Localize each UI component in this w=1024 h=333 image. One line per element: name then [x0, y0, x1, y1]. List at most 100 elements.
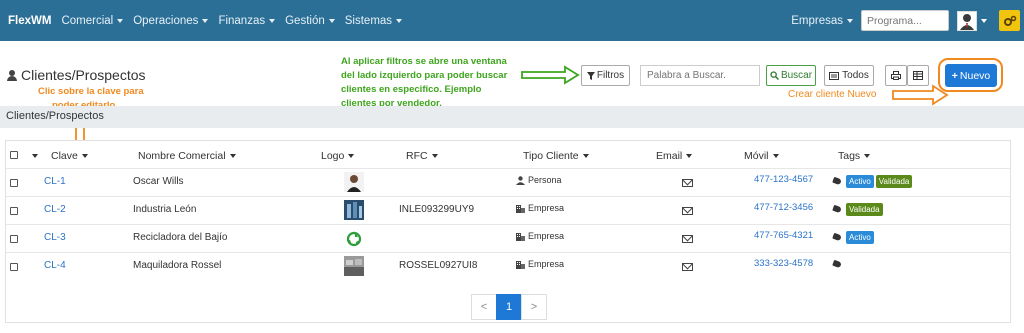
header-label: Email	[656, 150, 683, 162]
client-logo	[346, 231, 362, 247]
client-mobile[interactable]: 333-323-4578	[754, 258, 813, 269]
building-icon	[516, 260, 525, 270]
client-key-link[interactable]: CL-4	[44, 260, 66, 271]
building-icon	[516, 204, 525, 214]
client-type: Empresa	[516, 259, 565, 270]
header-tags[interactable]: Tags	[838, 150, 871, 162]
header-clave[interactable]: Clave	[51, 150, 88, 162]
arrow-to-new	[892, 84, 949, 106]
header-tipo[interactable]: Tipo Cliente	[523, 150, 589, 162]
mail-icon[interactable]	[682, 179, 693, 187]
client-name: Recicladora del Bajío	[133, 232, 228, 243]
print-button[interactable]	[885, 65, 907, 86]
chevron-down-icon	[431, 154, 438, 158]
mail-icon[interactable]	[682, 207, 693, 215]
tag-badge: Validada	[875, 175, 913, 188]
select-all-checkbox[interactable]	[10, 151, 18, 159]
client-type-label: Empresa	[528, 259, 565, 269]
header-email[interactable]: Email	[656, 150, 693, 162]
client-mobile[interactable]: 477-765-4321	[754, 230, 813, 241]
plus-icon: +	[951, 69, 958, 82]
header-label: Clave	[51, 150, 78, 162]
table-row: CL-1 Oscar Wills Persona 477-123-4567 Ac…	[6, 168, 1010, 196]
search-button-label: Buscar	[780, 70, 813, 81]
client-name: Industria León	[133, 204, 197, 215]
client-logo	[344, 256, 364, 276]
person-icon	[516, 176, 525, 186]
chevron-down-icon	[686, 154, 693, 158]
client-tags: Activo	[832, 231, 876, 244]
client-key-link[interactable]: CL-3	[44, 232, 66, 243]
filters-label: Filtros	[596, 70, 625, 81]
arrow-to-filters	[521, 65, 580, 85]
header-label: Tipo Cliente	[523, 150, 579, 162]
mail-icon[interactable]	[682, 235, 693, 243]
table-row: CL-4 Maquiladora Rossel ROSSEL0927UI8 Em…	[6, 252, 1010, 280]
chevron-down-icon[interactable]	[32, 154, 38, 158]
client-mobile[interactable]: 477-123-4567	[754, 174, 813, 185]
client-type-label: Empresa	[528, 231, 565, 241]
breadcrumb: Clientes/Prospectos	[0, 106, 1024, 128]
tag-badge: Activo	[846, 231, 874, 244]
chevron-down-icon	[229, 154, 236, 158]
filters-button[interactable]: Filtros	[581, 65, 630, 86]
header-movil[interactable]: Móvil	[744, 150, 779, 162]
client-rfc: ROSSEL0927UI8	[399, 260, 478, 271]
client-type: Empresa	[516, 203, 565, 214]
all-button[interactable]: Todos	[824, 65, 874, 86]
table-row: CL-2 Industria León INLE093299UY9 Empres…	[6, 196, 1010, 224]
tag-badge: Validada	[846, 203, 883, 216]
pagination-prev[interactable]: <	[471, 294, 497, 320]
client-tags: Activo Validada	[832, 175, 914, 188]
header-nombre[interactable]: Nombre Comercial	[138, 150, 236, 162]
tag-icon	[832, 233, 842, 242]
client-name: Maquiladora Rossel	[133, 260, 222, 271]
search-input[interactable]	[640, 65, 760, 86]
row-checkbox[interactable]	[10, 263, 18, 271]
row-checkbox[interactable]	[10, 179, 18, 187]
new-button-label: Nuevo	[959, 69, 991, 82]
header-label: Logo	[321, 150, 345, 162]
tag-badge: Activo	[846, 175, 874, 188]
chevron-down-icon	[582, 154, 589, 158]
client-type-label: Empresa	[528, 203, 565, 213]
all-button-label: Todos	[842, 70, 869, 81]
header-label: RFC	[406, 150, 428, 162]
client-type: Empresa	[516, 231, 565, 242]
header-label: Móvil	[744, 150, 769, 162]
client-logo	[344, 200, 364, 220]
pagination-page[interactable]: 1	[496, 294, 522, 320]
grid-view-button[interactable]	[907, 65, 929, 86]
header-label: Nombre Comercial	[138, 150, 226, 162]
list-icon	[829, 71, 840, 80]
tag-icon	[832, 205, 842, 214]
table-row: CL-3 Recicladora del Bajío Empresa 477-7…	[6, 224, 1010, 252]
new-button[interactable]: + Nuevo	[945, 64, 997, 87]
search-icon	[770, 71, 779, 80]
client-tags: Validada	[832, 203, 885, 216]
row-checkbox[interactable]	[10, 235, 18, 243]
breadcrumb-text: Clientes/Prospectos	[6, 110, 104, 122]
print-icon	[891, 71, 901, 80]
chevron-down-icon	[772, 154, 779, 158]
chevron-down-icon	[81, 154, 88, 158]
clients-table: Clave Nombre Comercial Logo RFC Tipo Cli…	[5, 140, 1011, 323]
building-icon	[516, 232, 525, 242]
chevron-down-icon	[348, 154, 355, 158]
client-name: Oscar Wills	[133, 176, 184, 187]
header-rfc[interactable]: RFC	[406, 150, 438, 162]
client-key-link[interactable]: CL-2	[44, 204, 66, 215]
tag-icon	[832, 260, 842, 269]
search-button[interactable]: Buscar	[766, 65, 816, 86]
pagination-next[interactable]: >	[521, 294, 547, 320]
mail-icon[interactable]	[682, 263, 693, 271]
client-key-link[interactable]: CL-1	[44, 176, 66, 187]
client-type-label: Persona	[528, 175, 562, 185]
chevron-down-icon	[864, 154, 871, 158]
row-checkbox[interactable]	[10, 207, 18, 215]
client-mobile[interactable]: 477-712-3456	[754, 202, 813, 213]
header-label: Tags	[838, 150, 861, 162]
filter-icon	[586, 71, 595, 80]
header-logo[interactable]: Logo	[321, 150, 355, 162]
client-logo	[344, 172, 364, 192]
